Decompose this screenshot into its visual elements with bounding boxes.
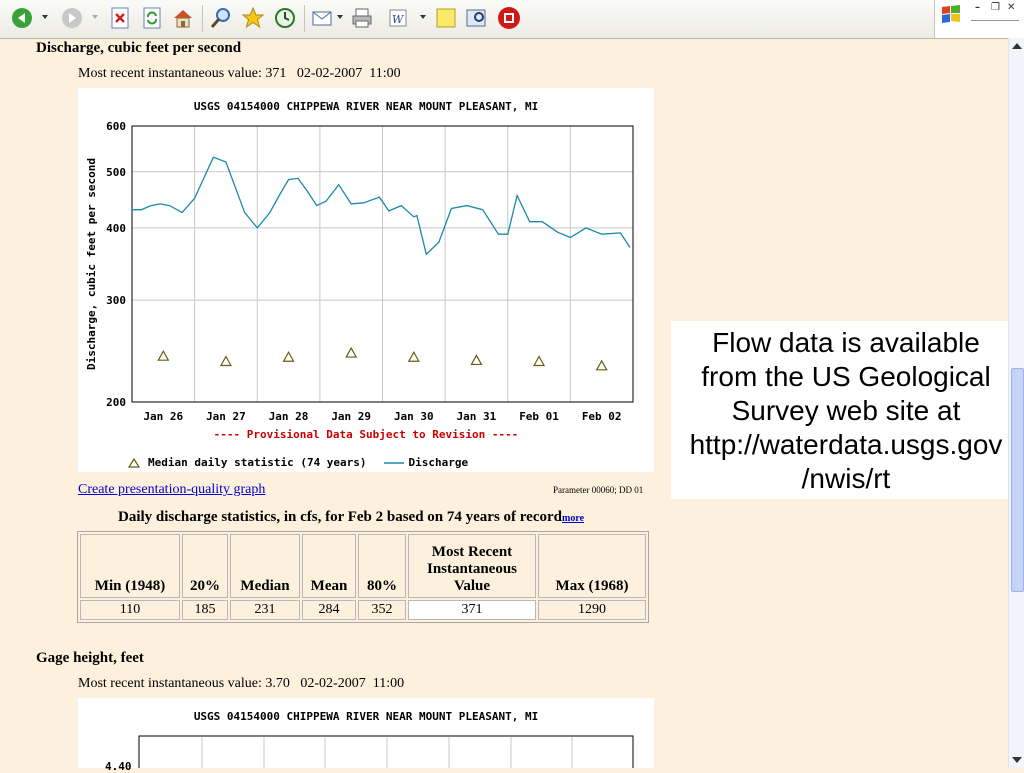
value-mean: 284 bbox=[302, 600, 356, 620]
back-dropdown-icon[interactable] bbox=[42, 15, 48, 19]
median-point bbox=[470, 354, 483, 366]
presentation-graph-link[interactable]: Create presentation-quality graph bbox=[78, 482, 265, 498]
x-tick-label: Jan 27 bbox=[206, 410, 246, 423]
minimize-icon[interactable]: – bbox=[975, 2, 980, 13]
median-point bbox=[407, 351, 420, 362]
discharge-legend-line bbox=[383, 461, 404, 464]
print-icon[interactable] bbox=[350, 6, 374, 30]
favorites-icon[interactable] bbox=[241, 6, 265, 30]
gage-heading: Gage height, feet bbox=[36, 650, 144, 666]
info-overlay: Flow data is available from the US Geolo… bbox=[671, 321, 1021, 499]
discharge-graph: USGS 04154000 CHIPPEWA RIVER NEAR MOUNT … bbox=[78, 88, 654, 472]
vertical-scrollbar[interactable] bbox=[1008, 38, 1024, 768]
discharge-chart: 200 300 400 500 600 Jan 26 Jan 27 Jan 28 Jan 29 J… bbox=[85, 120, 634, 423]
refresh-icon[interactable] bbox=[140, 6, 164, 30]
median-point bbox=[157, 349, 170, 361]
x-tick-label: Jan 29 bbox=[331, 410, 371, 423]
median-point bbox=[219, 355, 232, 367]
x-tick-label: Jan 28 bbox=[269, 410, 309, 423]
header-min: Min (1948) bbox=[80, 534, 180, 598]
x-tick-label: Feb 01 bbox=[519, 410, 559, 423]
windows-logo-icon bbox=[942, 5, 960, 23]
header-most-recent: Most Recent Instantaneous Value bbox=[408, 534, 536, 598]
value-80pct: 352 bbox=[358, 600, 406, 620]
stats-table: Min (1948) 20% Median Mean 80% Most Rece… bbox=[77, 531, 649, 623]
value-max: 1290 bbox=[538, 600, 646, 620]
history-icon[interactable] bbox=[273, 6, 297, 30]
stop-icon[interactable] bbox=[108, 6, 132, 30]
scroll-thumb[interactable] bbox=[1011, 368, 1024, 592]
x-tick-label: Feb 02 bbox=[582, 410, 622, 423]
back-icon[interactable] bbox=[10, 6, 34, 30]
gage-partial-tick: 4.40 bbox=[105, 760, 132, 773]
window-controls: – ❐ ✕ bbox=[934, 0, 1024, 38]
value-min: 110 bbox=[80, 600, 180, 620]
parameter-note: Parameter 00060; DD 01 bbox=[553, 485, 644, 495]
mail-icon[interactable] bbox=[311, 6, 335, 30]
header-median: Median bbox=[230, 534, 300, 598]
forward-icon[interactable] bbox=[60, 6, 84, 30]
close-icon[interactable]: ✕ bbox=[1007, 2, 1015, 13]
y-tick-label: 300 bbox=[106, 294, 126, 307]
gage-chart bbox=[138, 735, 634, 768]
toolbar-separator bbox=[304, 5, 305, 32]
overlay-line: Flow data is available bbox=[712, 327, 980, 358]
discharge-recent-value: Most recent instantaneous value: 371 02-… bbox=[78, 66, 401, 81]
scroll-up-icon[interactable] bbox=[1012, 43, 1022, 49]
notes-icon[interactable] bbox=[434, 6, 458, 30]
legend-median-label: Median daily statistic (74 years) bbox=[148, 456, 367, 469]
x-tick-label: Jan 31 bbox=[457, 410, 497, 423]
browser-toolbar: W – ❐ ✕ bbox=[0, 0, 1024, 39]
overlay-line: /nwis/rt bbox=[801, 463, 891, 494]
header-80pct: 80% bbox=[358, 534, 406, 598]
y-axis-label: Discharge, cubic feet per second bbox=[85, 158, 98, 370]
messenger-icon[interactable] bbox=[497, 6, 521, 30]
median-legend-marker bbox=[128, 457, 140, 468]
value-most-recent: 371 bbox=[408, 600, 536, 620]
header-20pct: 20% bbox=[182, 534, 228, 598]
x-tick-label: Jan 30 bbox=[394, 410, 434, 423]
header-max: Max (1968) bbox=[538, 534, 646, 598]
provisional-notice: ---- Provisional Data Subject to Revisio… bbox=[213, 428, 519, 441]
median-point bbox=[282, 351, 295, 362]
stats-header-row: Min (1948) 20% Median Mean 80% Most Rece… bbox=[80, 534, 646, 598]
overlay-line: http://waterdata.usgs.gov bbox=[689, 429, 1003, 460]
gage-recent-value: Most recent instantaneous value: 3.70 02… bbox=[78, 676, 405, 691]
median-point bbox=[595, 359, 608, 371]
median-point bbox=[345, 346, 358, 358]
forward-dropdown-icon[interactable] bbox=[92, 15, 98, 19]
edit-dropdown-icon[interactable] bbox=[420, 15, 426, 19]
home-icon[interactable] bbox=[171, 6, 195, 30]
chart-legend: Median daily statistic (74 years) Discha… bbox=[128, 456, 468, 469]
y-tick-label: 400 bbox=[106, 222, 126, 235]
more-link[interactable]: more bbox=[562, 513, 584, 524]
discharge-heading: Discharge, cubic feet per second bbox=[36, 40, 242, 56]
scroll-down-icon[interactable] bbox=[1012, 757, 1022, 763]
research-icon[interactable] bbox=[464, 6, 488, 30]
value-median: 231 bbox=[230, 600, 300, 620]
overlay-line: Survey web site at bbox=[731, 395, 961, 426]
address-bar-edge bbox=[971, 20, 1019, 21]
value-20pct: 185 bbox=[182, 600, 228, 620]
toolbar-separator bbox=[202, 5, 203, 32]
median-point bbox=[533, 355, 546, 367]
gage-graph: USGS 04154000 CHIPPEWA RIVER NEAR MOUNT … bbox=[78, 698, 654, 773]
legend-discharge-label: Discharge bbox=[408, 456, 469, 469]
stats-title-text: Daily discharge statistics, in cfs, for … bbox=[118, 509, 562, 525]
y-tick-label: 600 bbox=[106, 120, 126, 133]
y-tick-label: 500 bbox=[106, 166, 126, 179]
stats-value-row: 110 185 231 284 352 371 1290 bbox=[80, 600, 646, 620]
overlay-line: from the US Geological bbox=[701, 361, 991, 392]
header-mean: Mean bbox=[302, 534, 356, 598]
search-icon[interactable] bbox=[209, 6, 233, 30]
edit-icon[interactable]: W bbox=[386, 6, 410, 30]
y-tick-label: 200 bbox=[106, 396, 126, 409]
restore-icon[interactable]: ❐ bbox=[991, 2, 1000, 13]
x-tick-label: Jan 26 bbox=[143, 410, 183, 423]
mail-dropdown-icon[interactable] bbox=[337, 15, 343, 19]
stats-title: Daily discharge statistics, in cfs, for … bbox=[118, 509, 584, 526]
svg-text:W: W bbox=[392, 13, 405, 26]
